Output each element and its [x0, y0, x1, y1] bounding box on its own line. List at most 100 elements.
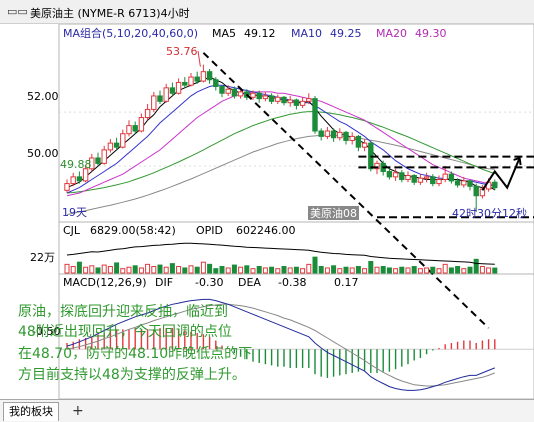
volume-bar	[455, 266, 461, 274]
dea-label: DEA	[238, 276, 261, 289]
annotation-line-4: 方目前支持以48为支撑的反弹上升。	[18, 366, 246, 383]
volume-bar	[324, 267, 330, 274]
candle-body	[237, 91, 244, 97]
volume-bar	[430, 266, 436, 274]
volume-bar	[442, 263, 448, 274]
candle-body	[343, 131, 349, 141]
add-tab-button[interactable]: +	[72, 402, 84, 420]
chart-area[interactable]: 52.00 50.00 MA组合(5,10,20,40,60,0) MA5 49…	[0, 24, 534, 399]
tab-my-board[interactable]: 我的板块	[3, 402, 59, 421]
candle-body	[70, 176, 76, 185]
candle-body	[330, 130, 337, 139]
volume-bar	[238, 266, 244, 274]
volume-bar	[169, 263, 175, 274]
candle-body	[175, 81, 182, 94]
countdown-label: 42时30分12秒	[452, 206, 527, 220]
candle-body	[206, 71, 213, 81]
volume-bar	[424, 267, 430, 274]
candle-body	[299, 100, 306, 106]
volume-bar	[461, 268, 467, 274]
volume-bar	[293, 266, 299, 274]
candle-body	[151, 95, 157, 110]
volume-bar	[188, 265, 194, 274]
candle-body	[188, 76, 194, 86]
volume-ytick: 22万	[30, 251, 55, 264]
candle-body	[442, 173, 448, 181]
cjl-label: CJL	[63, 224, 81, 237]
volume-bar	[473, 258, 479, 274]
annotation-line-1: 原油，探底回升迎来反抽，临近到	[18, 304, 228, 320]
candle-body	[492, 181, 498, 189]
candle-body	[324, 130, 331, 137]
volume-bar	[225, 267, 231, 274]
ma10-value: 49.25	[330, 27, 362, 40]
volume-bar	[244, 265, 250, 274]
candle-body	[64, 183, 70, 191]
volume-bar	[182, 267, 188, 274]
volume-bar	[349, 267, 355, 274]
ma20-label: MA20	[376, 27, 407, 40]
volume-bar	[231, 264, 237, 274]
candle-body	[157, 95, 163, 102]
annotation-line-3: 在48.70，防守的48.10昨晚低点的下	[18, 346, 252, 362]
candle-body	[169, 87, 176, 94]
candle-body	[95, 157, 101, 164]
volume-bar	[281, 266, 287, 274]
candle-body	[256, 92, 262, 100]
candle-body	[392, 172, 399, 178]
candle-body	[355, 135, 362, 148]
volume-bar	[411, 266, 417, 274]
chart-window-icon[interactable]: ▭▭	[7, 5, 28, 18]
candle-body	[306, 98, 312, 102]
candle-body	[467, 180, 473, 187]
candle-body	[250, 92, 256, 98]
candle-body	[287, 99, 293, 104]
volume-bar	[275, 268, 281, 274]
macd-label: MACD(12,26,9)	[63, 276, 147, 289]
volume-bar	[76, 261, 82, 274]
macd-value: 0.17	[334, 276, 359, 289]
volume-bar	[256, 266, 262, 274]
volume-bar	[138, 267, 144, 274]
candle-body	[76, 176, 83, 182]
candle-body	[473, 185, 479, 197]
candle-body	[213, 79, 219, 87]
volume-bar	[343, 266, 349, 274]
ma20-value: 49.30	[415, 27, 447, 40]
volume-bar	[312, 256, 318, 274]
window-title-bar: ▭▭ 美原油主 (NYME-R 6713)4小时	[0, 0, 534, 24]
candle-body	[194, 76, 200, 82]
volume-bar	[436, 268, 442, 274]
volume-bar	[287, 267, 293, 274]
volume-bar	[331, 265, 337, 274]
volume-bar	[393, 268, 399, 274]
candle-body	[126, 125, 132, 135]
volume-bar	[306, 263, 312, 274]
low-reference-label: 49.88	[60, 158, 92, 171]
volume-bar	[362, 268, 368, 274]
volume-bar	[219, 266, 225, 274]
volume-bar	[355, 266, 361, 274]
opid-label: OPID	[196, 224, 223, 237]
period-label: 19天	[62, 206, 87, 219]
window-title: 美原油主 (NYME-R 6713)4小时	[30, 7, 190, 20]
candle-body	[200, 71, 207, 82]
volume-bar	[399, 266, 405, 274]
volume-bar	[486, 267, 492, 274]
volume-bar	[101, 264, 107, 274]
volume-bar	[250, 268, 256, 274]
annotation-line-2: 48附近出现回升，今天回调的点位	[18, 324, 232, 340]
candle-body	[138, 117, 145, 132]
opid-value: 602246.00	[236, 224, 296, 237]
volume-bar	[337, 268, 343, 274]
volume-bar	[262, 267, 268, 274]
volume-bar	[126, 266, 132, 274]
candle-body	[113, 142, 120, 148]
volume-bar	[176, 266, 182, 274]
volume-bar	[95, 267, 101, 274]
candle-body	[312, 98, 318, 132]
volume-bar	[405, 267, 411, 274]
candle-body	[219, 86, 225, 94]
candle-body	[182, 81, 188, 86]
candle-body	[120, 133, 126, 148]
